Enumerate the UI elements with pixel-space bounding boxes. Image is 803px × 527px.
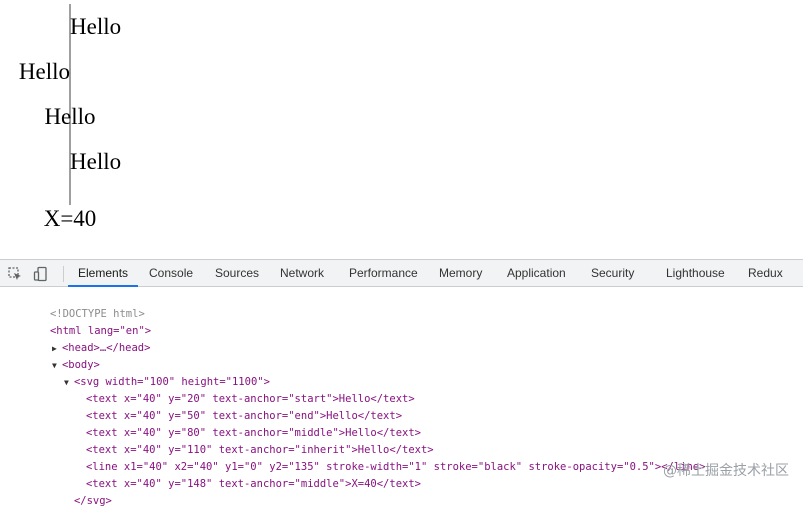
dom-node-text-end[interactable]: <text x="40" y="50" text-anchor="end">He… <box>48 391 402 422</box>
tab-memory[interactable]: Memory <box>439 260 482 287</box>
tab-lighthouse[interactable]: Lighthouse <box>666 260 725 287</box>
dom-node-doctype[interactable]: <!DOCTYPE html> <box>12 289 145 320</box>
dom-node-svg[interactable]: ▼ <svg width="100" height="1100"> <box>26 357 270 388</box>
dom-node-html[interactable]: <html lang="en"> <box>12 306 151 337</box>
hello-text-inherit: Hello <box>70 149 121 174</box>
svg-canvas: Hello Hello Hello Hello X=40 <box>19 4 121 231</box>
devtools-panel: Elements Console Sources Network Perform… <box>0 259 803 507</box>
tab-console[interactable]: Console <box>149 260 193 287</box>
tab-security[interactable]: Security <box>591 260 634 287</box>
active-tab-indicator <box>68 285 138 287</box>
dom-node-head[interactable]: ▶ <head>…</head> <box>14 323 151 354</box>
tab-redux[interactable]: Redux <box>748 260 783 287</box>
hello-text-end: Hello <box>19 59 70 84</box>
dom-line-text: </svg> <box>73 495 112 507</box>
page-viewport: Hello Hello Hello Hello X=40 <box>0 0 803 259</box>
dom-node-body[interactable]: ▼ <body> <box>14 340 100 371</box>
toolbar-separator <box>63 266 64 282</box>
tab-performance[interactable]: Performance <box>349 260 418 287</box>
hello-text-start: Hello <box>70 14 121 39</box>
tab-elements[interactable]: Elements <box>78 260 128 287</box>
device-toolbar-icon[interactable] <box>33 266 49 282</box>
dom-node-text-start[interactable]: <text x="40" y="20" text-anchor="start">… <box>48 374 415 405</box>
tab-application[interactable]: Application <box>507 260 566 287</box>
watermark: @稀土掘金技术社区 <box>663 463 789 479</box>
tab-network[interactable]: Network <box>280 260 324 287</box>
devtools-toolbar: Elements Console Sources Network Perform… <box>0 259 803 287</box>
tab-sources[interactable]: Sources <box>215 260 259 287</box>
x40-label: X=40 <box>44 206 97 231</box>
dom-node-text-inherit[interactable]: <text x="40" y="110" text-anchor="inheri… <box>48 425 434 456</box>
inspect-element-icon[interactable] <box>7 266 23 282</box>
dom-node-line[interactable]: <line x1="40" x2="40" y1="0" y2="135" st… <box>48 442 706 473</box>
dom-line-text: <text x="40" y="148" text-anchor="middle… <box>85 478 421 490</box>
dom-node-text-middle[interactable]: <text x="40" y="80" text-anchor="middle"… <box>48 408 421 439</box>
dom-node-text-x40[interactable]: <text x="40" y="148" text-anchor="middle… <box>48 459 421 490</box>
dom-node-svg-close[interactable]: </svg> <box>36 476 112 507</box>
